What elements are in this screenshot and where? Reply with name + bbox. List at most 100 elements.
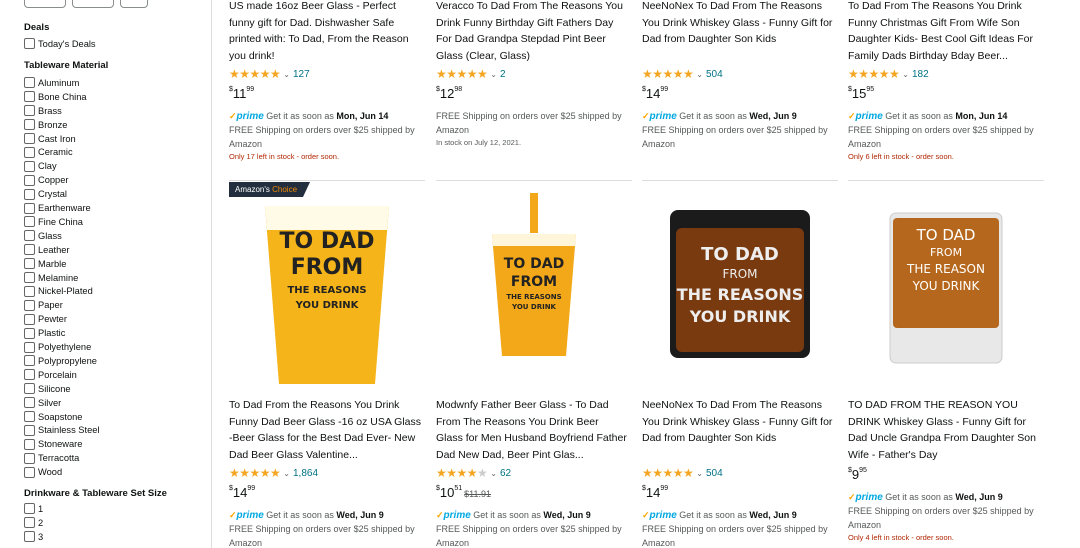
filter-material-porcelain[interactable]: Porcelain: [24, 368, 77, 382]
product-image[interactable]: TO DAD FROM THE REASONS YOU DRINK: [229, 188, 425, 393]
filter-material-crystal[interactable]: Crystal: [24, 187, 67, 201]
review-count-link[interactable]: 62: [500, 468, 511, 479]
checkbox[interactable]: [24, 244, 35, 256]
review-count-link[interactable]: 504: [706, 468, 723, 479]
product-image[interactable]: TO DAD FROM THE REASON YOU DRINK: [848, 188, 1044, 393]
filter-material-nickel-plated[interactable]: Nickel-Plated: [24, 285, 93, 299]
checkbox[interactable]: [24, 517, 35, 529]
checkbox[interactable]: [24, 369, 35, 381]
delivery-prefix: Get it as soon as: [473, 510, 541, 520]
chevron-down-icon[interactable]: ⌄: [283, 469, 290, 478]
checkbox[interactable]: [24, 411, 35, 423]
checkbox[interactable]: [24, 258, 35, 270]
product-title-link[interactable]: TO DAD FROM THE REASON YOU DRINK Whiskey…: [848, 397, 1040, 463]
product-image[interactable]: TO DAD FROM THE REASONS YOU DRINK: [436, 188, 632, 393]
checkbox[interactable]: [24, 119, 35, 131]
checkbox[interactable]: [24, 160, 35, 172]
filter-material-stainless-steel[interactable]: Stainless Steel: [24, 424, 100, 438]
checkbox[interactable]: [24, 341, 35, 353]
checkbox[interactable]: [24, 105, 35, 117]
checkbox[interactable]: [24, 146, 35, 158]
product-price[interactable]: $995: [848, 466, 867, 484]
filter-material-marble[interactable]: Marble: [24, 257, 66, 271]
prime-check-icon: ✓: [642, 510, 650, 520]
checkbox[interactable]: [24, 230, 35, 242]
checkbox[interactable]: [24, 452, 35, 464]
checkbox[interactable]: [24, 38, 35, 50]
filter-material-polyethylene[interactable]: Polyethylene: [24, 340, 91, 354]
filter-material-aluminum[interactable]: Aluminum: [24, 76, 79, 90]
filter-label: 2: [38, 517, 44, 528]
filter-material-silver[interactable]: Silver: [24, 396, 61, 410]
checkbox[interactable]: [24, 397, 35, 409]
checkbox[interactable]: [24, 438, 35, 450]
filter-material-pewter[interactable]: Pewter: [24, 312, 67, 326]
checkbox[interactable]: [24, 424, 35, 436]
filter-material-wood[interactable]: Wood: [24, 465, 62, 479]
checkbox[interactable]: [24, 133, 35, 145]
filter-material-clay[interactable]: Clay: [24, 159, 57, 173]
filter-material-bone-china[interactable]: Bone China: [24, 90, 87, 104]
checkbox[interactable]: [24, 91, 35, 103]
whiskey-glass-image: TO DAD FROM THE REASONS YOU DRINK: [670, 210, 810, 358]
filter-material-copper[interactable]: Copper: [24, 173, 69, 187]
checkbox[interactable]: [24, 216, 35, 228]
product-price[interactable]: $1051$11.91: [436, 484, 491, 502]
checkbox[interactable]: [24, 466, 35, 478]
checkbox[interactable]: [24, 531, 35, 543]
filter-material-soapstone[interactable]: Soapstone: [24, 410, 82, 424]
product-image[interactable]: TO DAD FROM THE REASONS YOU DRINK: [642, 188, 838, 393]
checkbox[interactable]: [24, 285, 35, 297]
filter-set-size-2[interactable]: 2: [24, 516, 43, 530]
filter-set-size-3[interactable]: 3: [24, 530, 43, 544]
checkbox[interactable]: [24, 355, 35, 367]
price-fraction: 99: [247, 485, 256, 492]
checkbox[interactable]: [24, 313, 35, 325]
filter-material-bronze[interactable]: Bronze: [24, 118, 67, 132]
filter-material-stoneware[interactable]: Stoneware: [24, 437, 82, 451]
filter-material-silicone[interactable]: Silicone: [24, 382, 71, 396]
filter-material-cast-iron[interactable]: Cast Iron: [24, 132, 76, 146]
price-fraction: 99: [660, 485, 669, 492]
filter-material-brass[interactable]: Brass: [24, 104, 62, 118]
filter-label: Brass: [38, 105, 62, 116]
delivery-prefix: Get it as soon as: [679, 510, 747, 520]
chevron-down-icon[interactable]: ⌄: [490, 469, 497, 478]
filter-material-fine-china[interactable]: Fine China: [24, 215, 83, 229]
checkbox[interactable]: [24, 188, 35, 200]
filter-material-glass[interactable]: Glass: [24, 229, 62, 243]
checkbox[interactable]: [24, 77, 35, 89]
checkbox[interactable]: [24, 327, 35, 339]
filter-material-plastic[interactable]: Plastic: [24, 326, 65, 340]
filter-material-terracotta[interactable]: Terracotta: [24, 451, 79, 465]
checkbox[interactable]: [24, 202, 35, 214]
product-price[interactable]: $1499: [642, 484, 668, 502]
product-title-link[interactable]: Modwnfy Father Beer Glass - To Dad From …: [436, 397, 628, 463]
checkbox[interactable]: [24, 503, 35, 515]
filter-material-polypropylene[interactable]: Polypropylene: [24, 354, 97, 368]
filter-material-leather[interactable]: Leather: [24, 243, 70, 257]
filter-todays-deals[interactable]: Today's Deals: [24, 37, 96, 51]
checkbox[interactable]: [24, 174, 35, 186]
min-price-input[interactable]: [24, 0, 66, 8]
checkbox[interactable]: [24, 383, 35, 395]
product-title-link[interactable]: NeeNoNex To Dad From The Reasons You Dri…: [642, 397, 834, 463]
review-count-link[interactable]: 1,864: [293, 468, 318, 479]
delivery-line: ✓prime Get it as soon as Wed, Jun 9: [642, 508, 797, 523]
max-price-input[interactable]: [72, 0, 114, 8]
filter-material-ceramic[interactable]: Ceramic: [24, 146, 73, 160]
filter-material-melamine[interactable]: Melamine: [24, 271, 78, 285]
price-go-button[interactable]: [120, 0, 148, 8]
rating-row[interactable]: ★★★★★ ⌄ 504: [642, 466, 723, 480]
filter-label: Pewter: [38, 314, 67, 325]
filter-set-size-1[interactable]: 1: [24, 502, 43, 516]
rating-row[interactable]: ★★★★ ★ ⌄ 62: [436, 466, 511, 480]
checkbox[interactable]: [24, 272, 35, 284]
checkbox[interactable]: [24, 299, 35, 311]
rating-row[interactable]: ★★★★★ ⌄ 1,864: [229, 466, 318, 480]
filter-material-earthenware[interactable]: Earthenware: [24, 201, 91, 215]
product-price[interactable]: $1499: [229, 484, 255, 502]
filter-material-paper[interactable]: Paper: [24, 298, 63, 312]
chevron-down-icon[interactable]: ⌄: [696, 469, 703, 478]
product-title-link[interactable]: To Dad From the Reasons You Drink Funny …: [229, 397, 421, 463]
